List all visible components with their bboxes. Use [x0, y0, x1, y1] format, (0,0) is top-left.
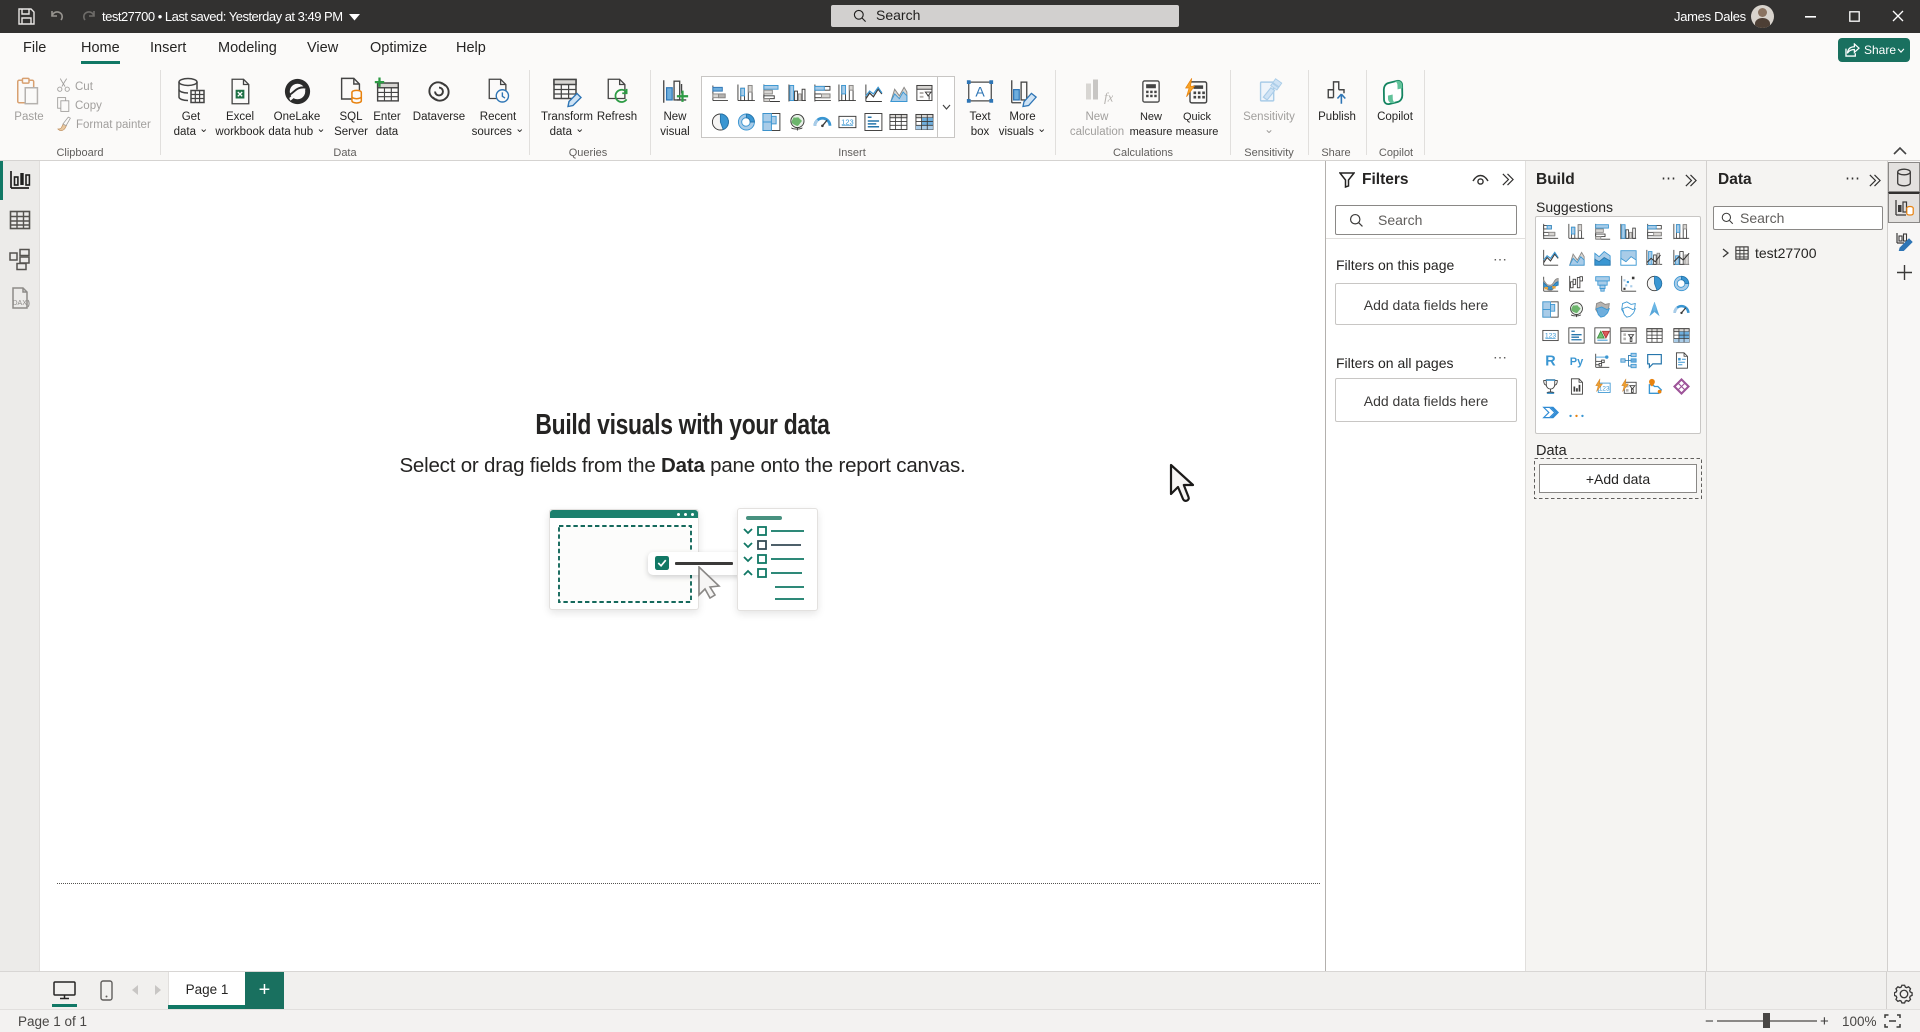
- svg-text:DAX: DAX: [13, 300, 28, 307]
